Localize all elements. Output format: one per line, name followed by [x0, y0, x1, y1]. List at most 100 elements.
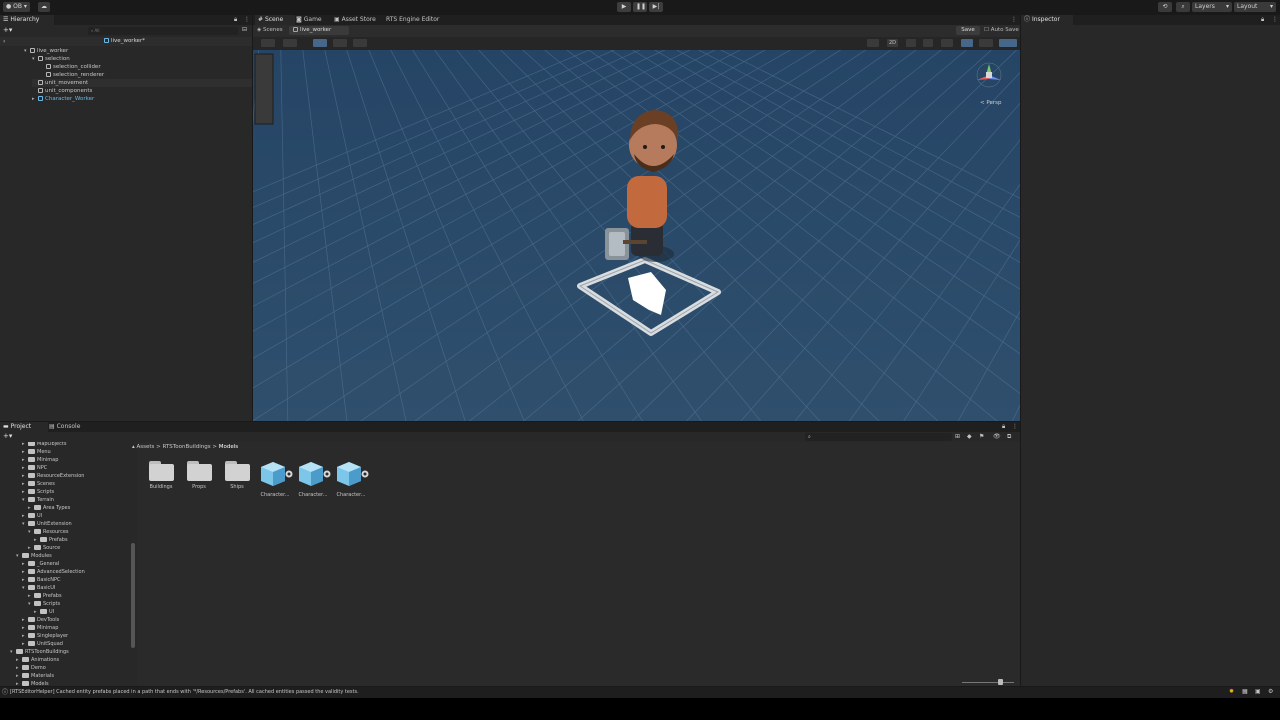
- play-button[interactable]: ▶: [617, 2, 631, 12]
- hidden-objects-toggle[interactable]: [961, 39, 973, 47]
- lighting-toggle[interactable]: [906, 39, 916, 47]
- folder-tree-item[interactable]: ▾ Modules: [16, 552, 52, 560]
- camera-settings-dropdown[interactable]: [979, 39, 993, 47]
- tab-hierarchy[interactable]: ☰ Hierarchy: [0, 15, 54, 25]
- folder-tree-item[interactable]: ▸ UI: [22, 512, 42, 520]
- search-button[interactable]: ⌕: [1176, 2, 1190, 12]
- tab-console[interactable]: ▤ Console: [46, 422, 88, 432]
- folder-tree-item[interactable]: ▸ _General: [22, 560, 59, 568]
- folder-tree-item[interactable]: ▸ Materials: [16, 672, 54, 680]
- folder-tree-item[interactable]: ▸ AdvancedSelection: [22, 568, 85, 576]
- cache-icon[interactable]: ▣: [1255, 688, 1261, 695]
- lock-icon[interactable]: 🔒︎: [1002, 423, 1005, 431]
- asset-folder[interactable]: Props: [184, 461, 214, 490]
- hierarchy-item[interactable]: ▸ Character_Worker: [32, 95, 94, 103]
- project-search-input[interactable]: ⌕: [805, 433, 952, 441]
- folder-tree-item[interactable]: ▸ DevTools: [22, 616, 59, 624]
- save-button[interactable]: Save: [956, 26, 980, 35]
- folder-tree-item[interactable]: ▾ BasicUI: [22, 584, 55, 592]
- hierarchy-search-input[interactable]: ⌕ All: [88, 27, 238, 35]
- grid-snap-toggle[interactable]: [333, 39, 347, 47]
- kebab-menu-icon[interactable]: ⋮: [1272, 16, 1278, 23]
- account-button[interactable]: ● OB ▾: [3, 2, 30, 12]
- tab-inspector[interactable]: ⓘ Inspector: [1021, 15, 1073, 25]
- scene-viewport[interactable]: < Persp: [253, 50, 1020, 421]
- status-message[interactable]: [RTSEditorHelper] Cached entity prefabs …: [10, 688, 359, 697]
- hidden-packages-icon[interactable]: 👁︎: [993, 433, 1001, 440]
- auto-save-toggle[interactable]: ☐ Auto Save: [984, 27, 1019, 33]
- folder-tree-item[interactable]: ▸ Prefabs: [34, 536, 68, 544]
- hierarchy-item[interactable]: selection_collider: [40, 63, 101, 71]
- hierarchy-item[interactable]: ▾ selection: [32, 55, 70, 63]
- pause-button[interactable]: ❚❚: [633, 2, 647, 12]
- hierarchy-item[interactable]: unit_movement: [32, 79, 252, 87]
- asset-prefab[interactable]: Character...: [336, 461, 369, 498]
- folder-tree-item[interactable]: ▸ Minimap: [22, 456, 58, 464]
- folder-tree-item[interactable]: ▾ Scripts: [28, 600, 60, 608]
- asset-prefab[interactable]: Character...: [260, 461, 293, 498]
- increment-snap-toggle[interactable]: [353, 39, 367, 47]
- add-icon[interactable]: +▾: [3, 26, 12, 34]
- lock-icon[interactable]: 🔒︎: [234, 16, 237, 24]
- kebab-menu-icon[interactable]: ⋮: [1012, 423, 1018, 430]
- tab-game[interactable]: ◙ Game: [293, 15, 331, 25]
- folder-tree-item[interactable]: ▸ UI: [34, 608, 54, 616]
- folder-tree-item[interactable]: ▾ Resources: [28, 528, 69, 536]
- audio-toggle[interactable]: [923, 39, 933, 47]
- pivot-toggle[interactable]: [313, 39, 327, 47]
- package-count-icon[interactable]: ⧉: [1007, 433, 1011, 441]
- step-button[interactable]: ▶|: [649, 2, 663, 12]
- breadcrumb-prefab[interactable]: live_worker: [289, 26, 349, 35]
- folder-tree-item[interactable]: ▸ Prefabs: [28, 592, 62, 600]
- hierarchy-item[interactable]: ▾ live_worker: [24, 47, 68, 55]
- breadcrumb-item[interactable]: RTSToonBuildings: [163, 444, 211, 450]
- progress-icon[interactable]: ▦: [1242, 688, 1248, 695]
- folder-tree-item[interactable]: ▸ Models: [16, 680, 49, 686]
- filter-favorite-icon[interactable]: ⚑: [979, 433, 984, 440]
- folder-tree-item[interactable]: ▸ UnitSquad: [22, 640, 63, 648]
- filter-label-icon[interactable]: ◆: [967, 433, 972, 440]
- tab-rts-engine-editor[interactable]: RTS Engine Editor: [383, 15, 447, 25]
- lock-icon[interactable]: 🔒︎: [1261, 16, 1264, 24]
- folder-tree-item[interactable]: ▸ Scenes: [22, 480, 55, 488]
- kebab-menu-icon[interactable]: ⋮: [244, 16, 250, 23]
- tab-scene[interactable]: # Scene: [255, 15, 295, 25]
- effects-toggle[interactable]: [941, 39, 953, 47]
- tree-scrollbar[interactable]: [131, 543, 135, 648]
- add-icon[interactable]: +▾: [3, 432, 12, 440]
- layers-dropdown[interactable]: Layers ▾: [1192, 2, 1232, 12]
- folder-tree-item[interactable]: ▾ Terrain: [22, 496, 54, 504]
- folder-tree-item[interactable]: ▾ UnitExtension: [22, 520, 72, 528]
- history-button[interactable]: ⟲: [1158, 2, 1172, 12]
- shading-toggle[interactable]: [867, 39, 879, 47]
- gizmos-dropdown[interactable]: [999, 39, 1017, 47]
- folder-tree-item[interactable]: ▸ Demo: [16, 664, 46, 672]
- breadcrumb-item[interactable]: Assets: [137, 444, 155, 450]
- tab-project[interactable]: ▬ Project: [0, 422, 48, 432]
- folder-tree-item[interactable]: ▸ Area Types: [28, 504, 70, 512]
- zoom-slider-thumb[interactable]: [998, 679, 1003, 685]
- bug-icon[interactable]: ✹: [1229, 688, 1234, 695]
- render-mode-dropdown[interactable]: [283, 39, 297, 47]
- filter-icon[interactable]: ⊟: [242, 26, 247, 33]
- folder-tree-item[interactable]: ▸ Scripts: [22, 488, 54, 496]
- hierarchy-item[interactable]: selection_renderer: [40, 71, 104, 79]
- 2d-toggle[interactable]: 2D: [887, 39, 898, 47]
- asset-folder[interactable]: Ships: [222, 461, 252, 490]
- tab-asset-store[interactable]: ▣ Asset Store: [331, 15, 385, 25]
- breadcrumb-scenes[interactable]: ◈ Scenes: [257, 27, 283, 33]
- debug-mode-icon[interactable]: ⚙: [1268, 688, 1273, 695]
- folder-tree-item[interactable]: ▸ Source: [28, 544, 60, 552]
- folder-tree-item[interactable]: ▸ ResourceExtension: [22, 472, 84, 480]
- filter-type-icon[interactable]: ⊞: [955, 433, 960, 440]
- zoom-slider-track[interactable]: [962, 682, 1014, 683]
- back-arrow-icon[interactable]: ‹: [3, 37, 5, 46]
- layout-dropdown[interactable]: Layout ▾: [1234, 2, 1276, 12]
- folder-tree-item[interactable]: ▸ BasicNPC: [22, 576, 60, 584]
- breadcrumb-item[interactable]: Models: [219, 444, 238, 450]
- folder-tree-item[interactable]: ▸ Singleplayer: [22, 632, 68, 640]
- folder-tree-item[interactable]: ▸ NPC: [22, 464, 47, 472]
- kebab-menu-icon[interactable]: ⋮: [1011, 16, 1017, 23]
- hierarchy-item[interactable]: unit_components: [32, 87, 92, 95]
- folder-tree-item[interactable]: ▸ Menu: [22, 448, 51, 456]
